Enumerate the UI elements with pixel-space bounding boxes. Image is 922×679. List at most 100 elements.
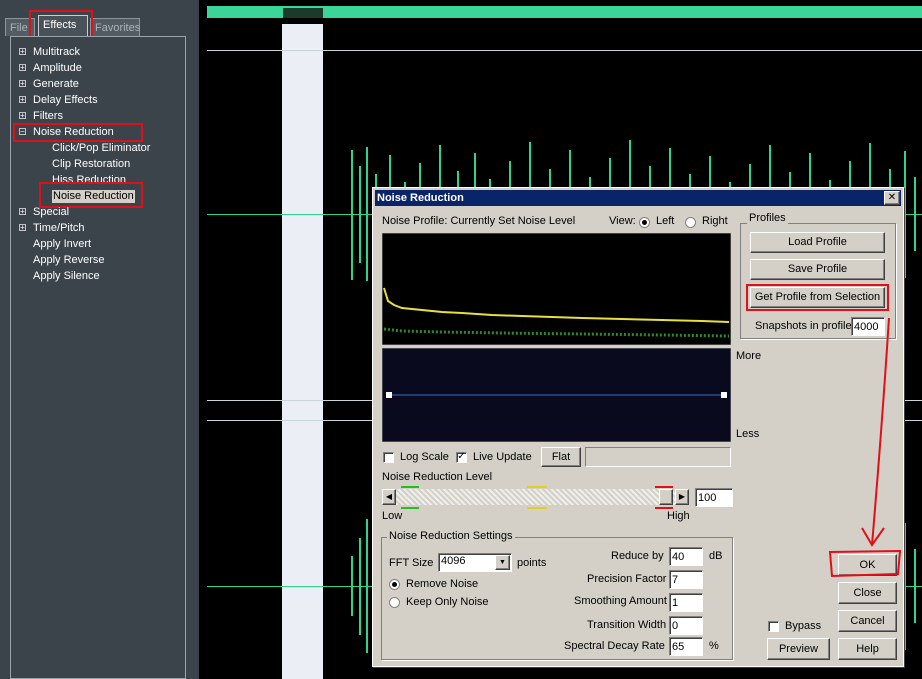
bypass-checkbox[interactable]	[768, 621, 779, 632]
tree-item-noise-reduction-folder[interactable]: Noise Reduction	[33, 126, 114, 139]
dialog-title-bar: Noise Reduction	[375, 190, 901, 206]
tree-item-apply-invert[interactable]: Apply Invert	[33, 238, 91, 251]
tree-item-filters[interactable]: Filters	[33, 110, 63, 123]
profiles-group-title: Profiles	[747, 212, 788, 224]
help-button[interactable]: Help	[838, 638, 897, 660]
high-label: High	[667, 510, 690, 522]
transition-width-input[interactable]	[669, 616, 703, 635]
dialog-title: Noise Reduction	[377, 192, 464, 204]
nr-level-thumb[interactable]	[659, 489, 673, 505]
expand-icon[interactable]: +	[19, 96, 26, 104]
waveform-peak	[914, 177, 916, 251]
tree-item-special[interactable]: Special	[33, 206, 69, 219]
live-update-checkbox[interactable]: ✓	[456, 452, 467, 463]
waveform-peak	[359, 537, 361, 635]
slider-left-arrow-icon[interactable]: ◀	[382, 489, 396, 505]
expand-icon[interactable]: +	[19, 48, 26, 56]
status-field	[585, 447, 731, 467]
view-left-radio[interactable]	[639, 217, 650, 228]
smoothing-amount-label: Smoothing Amount	[574, 595, 667, 607]
remove-noise-radio[interactable]	[389, 579, 400, 590]
curve-handle[interactable]	[721, 392, 727, 398]
more-label: More	[736, 350, 762, 362]
tree-item-generate[interactable]: Generate	[33, 78, 79, 91]
tree-item-multitrack[interactable]: Multitrack	[33, 46, 80, 59]
tree-item-apply-silence[interactable]: Apply Silence	[33, 270, 100, 283]
tab-favorites[interactable]: Favorites	[90, 18, 140, 36]
nr-level-track[interactable]	[396, 489, 675, 505]
waveform-peak	[366, 519, 368, 653]
spectral-decay-rate-input[interactable]	[669, 637, 703, 656]
db-unit-label: dB	[709, 550, 723, 562]
overview-viewport[interactable]	[283, 8, 323, 18]
points-label: points	[517, 557, 547, 569]
close-icon[interactable]: ✕	[884, 191, 900, 205]
noise-profile-graph	[382, 233, 731, 345]
reduction-curve-graph[interactable]	[382, 348, 731, 442]
ok-button[interactable]: OK	[838, 554, 897, 576]
tree-item-clip-restoration[interactable]: Clip Restoration	[52, 158, 130, 171]
view-right-radio[interactable]	[685, 217, 696, 228]
less-label: Less	[736, 428, 760, 440]
waveform-peak	[904, 522, 906, 650]
expand-icon[interactable]: +	[19, 208, 26, 216]
expand-icon[interactable]: +	[19, 112, 26, 120]
chevron-down-icon[interactable]: ▼	[495, 555, 510, 570]
save-profile-button[interactable]: Save Profile	[750, 259, 885, 280]
nr-level-input[interactable]	[695, 488, 733, 507]
close-button[interactable]: Close	[838, 582, 897, 604]
waveform-peak	[914, 549, 916, 623]
keep-only-noise-radio[interactable]	[389, 597, 400, 608]
view-right-label: Right	[702, 215, 728, 227]
tree-item-amplitude[interactable]: Amplitude	[33, 62, 82, 75]
fft-size-label: FFT Size	[389, 557, 434, 569]
tree-item-delay-effects[interactable]: Delay Effects	[33, 94, 98, 107]
waveform-peak	[904, 150, 906, 278]
cancel-button[interactable]: Cancel	[838, 610, 897, 632]
smoothing-amount-input[interactable]	[669, 593, 703, 612]
log-scale-label: Log Scale	[400, 451, 449, 463]
view-left-label: Left	[656, 215, 675, 227]
expand-icon[interactable]: +	[19, 80, 26, 88]
selection-region[interactable]	[282, 24, 323, 679]
expand-icon[interactable]: +	[19, 64, 26, 72]
reduce-by-label: Reduce by	[611, 550, 664, 562]
nr-level-label: Noise Reduction Level	[382, 471, 493, 483]
tree-item-apply-reverse[interactable]: Apply Reverse	[33, 254, 105, 267]
spectral-decay-rate-label: Spectral Decay Rate	[564, 640, 665, 652]
waveform-peak	[351, 184, 353, 244]
flat-button[interactable]: Flat	[541, 447, 581, 467]
get-profile-from-selection-button[interactable]: Get Profile from Selection	[750, 287, 885, 308]
precision-factor-input[interactable]	[669, 570, 703, 589]
slider-right-arrow-icon[interactable]: ▶	[675, 489, 689, 505]
waveform-peak	[351, 556, 353, 616]
reduce-by-input[interactable]	[669, 547, 703, 566]
effects-panel: File Effects Favorites + Multitrack + Am…	[0, 0, 197, 679]
view-label: View:	[609, 215, 636, 227]
low-label: Low	[382, 510, 403, 522]
bypass-label: Bypass	[785, 620, 822, 632]
tab-file[interactable]: File	[5, 18, 35, 36]
tree-item-time-pitch[interactable]: Time/Pitch	[33, 222, 85, 235]
tree-item-click-pop-eliminator[interactable]: Click/Pop Eliminator	[52, 142, 150, 155]
collapse-icon[interactable]: −	[19, 128, 26, 136]
waveform-peak	[359, 165, 361, 263]
snapshots-input[interactable]	[851, 317, 885, 336]
noise-profile-label: Noise Profile: Currently Set Noise Level	[382, 215, 576, 227]
tree-item-hiss-reduction[interactable]: Hiss Reduction	[52, 174, 126, 187]
transition-width-label: Transition Width	[587, 619, 667, 631]
snapshots-label: Snapshots in profile	[755, 320, 852, 332]
keep-only-noise-label: Keep Only Noise	[406, 596, 489, 608]
tree-item-noise-reduction[interactable]: Noise Reduction	[52, 190, 135, 203]
live-update-label: Live Update	[473, 451, 532, 463]
percent-unit-label: %	[709, 640, 719, 652]
expand-icon[interactable]: +	[19, 224, 26, 232]
precision-factor-label: Precision Factor	[587, 573, 667, 585]
log-scale-checkbox[interactable]	[383, 452, 394, 463]
curve-handle[interactable]	[386, 392, 392, 398]
tab-effects[interactable]: Effects	[38, 15, 88, 36]
load-profile-button[interactable]: Load Profile	[750, 232, 885, 253]
noise-reduction-dialog: Noise Reduction ✕ Noise Profile: Current…	[372, 187, 904, 667]
settings-group-title: Noise Reduction Settings	[387, 530, 515, 542]
preview-button[interactable]: Preview	[767, 638, 830, 660]
